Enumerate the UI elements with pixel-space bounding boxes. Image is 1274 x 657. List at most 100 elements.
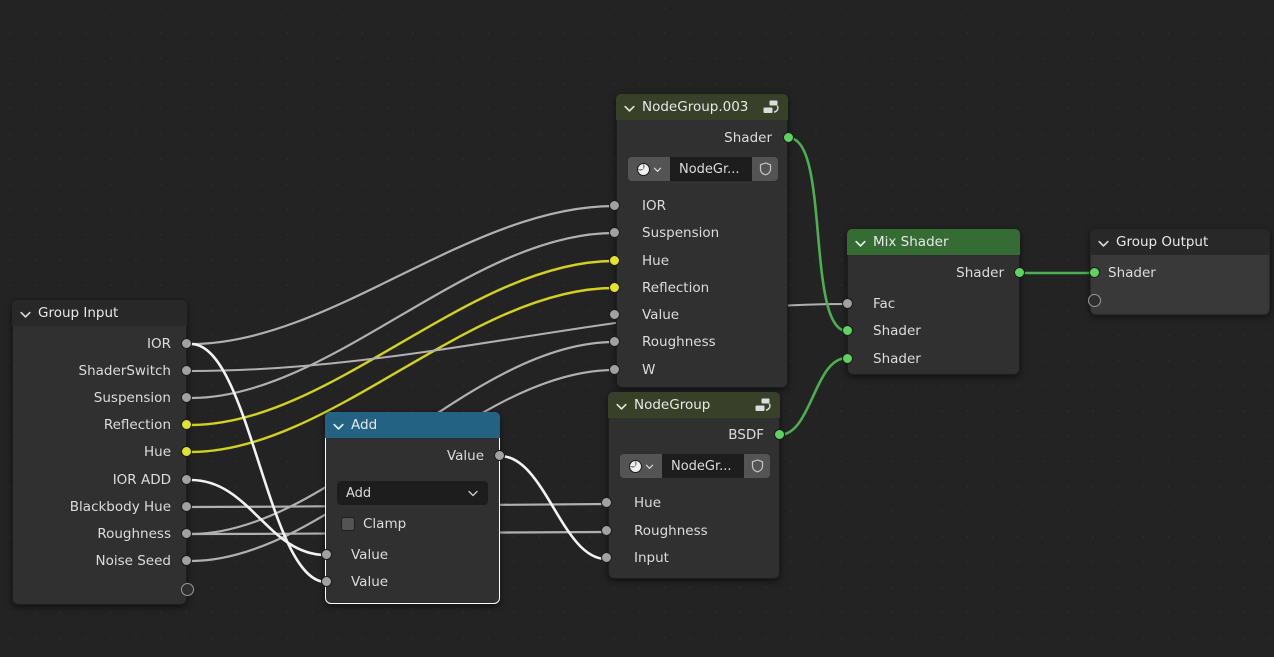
node-group-input[interactable]: Group Input IOR ShaderSwitch Suspension …: [12, 300, 194, 605]
input-socket-shader[interactable]: [1089, 267, 1100, 278]
datablock-name-field[interactable]: NodeGr...: [662, 454, 744, 478]
datablock-name-field[interactable]: NodeGr...: [670, 157, 752, 181]
output-label-bsdf: BSDF: [728, 427, 764, 443]
input-socket-roughness[interactable]: [601, 525, 612, 536]
input-socket-w[interactable]: [609, 364, 620, 375]
input-socket-value-2[interactable]: [321, 576, 332, 587]
output-label-ior-add: IOR ADD: [112, 472, 171, 488]
input-socket-suspension[interactable]: [609, 227, 620, 238]
clamp-label: Clamp: [363, 516, 407, 532]
output-socket-shaderswitch[interactable]: [181, 365, 192, 376]
collapse-chevron-icon[interactable]: [19, 308, 32, 321]
input-label-shader-1: Shader: [873, 323, 921, 339]
input-socket-shader-1[interactable]: [842, 325, 853, 336]
input-socket-input[interactable]: [601, 552, 612, 563]
node-nodegroup[interactable]: NodeGroup BSDF NodeGr... Hue Roughness I…: [601, 392, 785, 579]
output-socket-noise-seed[interactable]: [181, 555, 192, 566]
output-socket-shader[interactable]: [1014, 267, 1025, 278]
input-label-shader-2: Shader: [873, 351, 921, 367]
output-label-value: Value: [446, 448, 484, 464]
node-header-group-output[interactable]: Group Output: [1090, 229, 1270, 255]
output-socket-roughness[interactable]: [181, 528, 192, 539]
input-socket-ior[interactable]: [609, 200, 620, 211]
collapse-chevron-icon[interactable]: [623, 102, 636, 115]
output-label-shader: Shader: [956, 265, 1004, 281]
input-label-shader: Shader: [1108, 265, 1156, 281]
input-label-hue: Hue: [634, 495, 662, 511]
output-socket-value[interactable]: [494, 450, 505, 461]
output-socket-shader[interactable]: [783, 132, 794, 143]
node-header-mix-shader[interactable]: Mix Shader: [847, 229, 1020, 255]
node-title: Group Output: [1116, 234, 1209, 250]
node-editor-canvas[interactable]: Group Input IOR ShaderSwitch Suspension …: [0, 0, 1274, 657]
input-label-input: Input: [634, 550, 669, 566]
output-socket-ior[interactable]: [181, 338, 192, 349]
node-header-group-input[interactable]: Group Input: [12, 300, 187, 326]
output-socket-ior-add[interactable]: [181, 474, 192, 485]
output-socket-reflection[interactable]: [181, 419, 192, 430]
output-label-shaderswitch: ShaderSwitch: [78, 363, 171, 379]
fake-user-shield-icon[interactable]: [744, 454, 770, 478]
input-socket-roughness[interactable]: [609, 336, 620, 347]
node-group-output[interactable]: Group Output Shader: [1088, 229, 1270, 315]
node-group-icon: [754, 397, 772, 413]
input-label-w: W: [642, 362, 656, 378]
node-title: NodeGroup.003: [642, 99, 749, 115]
node-mix-shader[interactable]: Mix Shader Shader Fac Shader Shader: [842, 229, 1025, 375]
datablock-selector[interactable]: NodeGr...: [620, 454, 770, 478]
node-title: Mix Shader: [873, 234, 949, 250]
output-label-shader: Shader: [724, 130, 772, 146]
input-socket-value-1[interactable]: [321, 549, 332, 560]
node-title: Add: [351, 417, 378, 433]
operation-dropdown[interactable]: Add: [337, 481, 488, 505]
input-socket-hue[interactable]: [609, 255, 620, 266]
output-label-suspension: Suspension: [93, 390, 171, 406]
input-socket-value[interactable]: [609, 309, 620, 320]
collapse-chevron-icon[interactable]: [332, 420, 345, 433]
input-label-suspension: Suspension: [642, 225, 720, 241]
node-header-nodegroup[interactable]: NodeGroup: [608, 392, 780, 418]
input-socket-virtual-new[interactable]: [1088, 294, 1101, 307]
output-label-blackbody-hue: Blackbody Hue: [69, 499, 171, 515]
output-socket-bsdf[interactable]: [774, 429, 785, 440]
output-label-roughness: Roughness: [97, 526, 171, 542]
operation-value: Add: [346, 485, 372, 501]
collapse-chevron-icon[interactable]: [1097, 237, 1110, 250]
chevron-down-icon: [467, 487, 479, 499]
browse-id-icon[interactable]: [628, 157, 670, 181]
input-socket-hue[interactable]: [601, 497, 612, 508]
output-socket-virtual-new[interactable]: [181, 583, 194, 596]
fake-user-shield-icon[interactable]: [752, 157, 778, 181]
input-label-value-2: Value: [351, 574, 389, 590]
output-label-ior: IOR: [147, 336, 171, 352]
node-group-icon: [762, 99, 780, 115]
input-label-roughness: Roughness: [642, 334, 716, 350]
node-title: Group Input: [38, 305, 119, 321]
input-socket-reflection[interactable]: [609, 282, 620, 293]
collapse-chevron-icon[interactable]: [615, 400, 628, 413]
output-label-reflection: Reflection: [103, 417, 171, 433]
input-label-reflection: Reflection: [642, 280, 710, 296]
input-label-ior: IOR: [642, 198, 666, 214]
node-add-math[interactable]: Add Value Add Clamp Value Value: [321, 412, 505, 604]
input-label-hue: Hue: [642, 253, 670, 269]
output-label-hue: Hue: [143, 444, 171, 460]
clamp-checkbox-row[interactable]: Clamp: [341, 516, 406, 532]
node-header-nodegroup-003[interactable]: NodeGroup.003: [616, 94, 788, 120]
input-label-fac: Fac: [873, 296, 896, 312]
input-label-roughness: Roughness: [634, 523, 708, 539]
input-label-value-1: Value: [351, 547, 389, 563]
output-socket-blackbody-hue[interactable]: [181, 501, 192, 512]
collapse-chevron-icon[interactable]: [854, 237, 867, 250]
clamp-checkbox[interactable]: [341, 517, 355, 531]
output-socket-suspension[interactable]: [181, 392, 192, 403]
browse-id-icon[interactable]: [620, 454, 662, 478]
input-socket-shader-2[interactable]: [842, 353, 853, 364]
chevron-down-icon: [645, 464, 654, 469]
input-socket-fac[interactable]: [842, 298, 853, 309]
node-nodegroup-003[interactable]: NodeGroup.003 Shader NodeGr... IOR Suspe…: [609, 94, 794, 388]
output-socket-hue[interactable]: [181, 446, 192, 457]
datablock-selector[interactable]: NodeGr...: [628, 157, 778, 181]
chevron-down-icon: [653, 167, 662, 172]
node-header-add[interactable]: Add: [325, 412, 500, 438]
